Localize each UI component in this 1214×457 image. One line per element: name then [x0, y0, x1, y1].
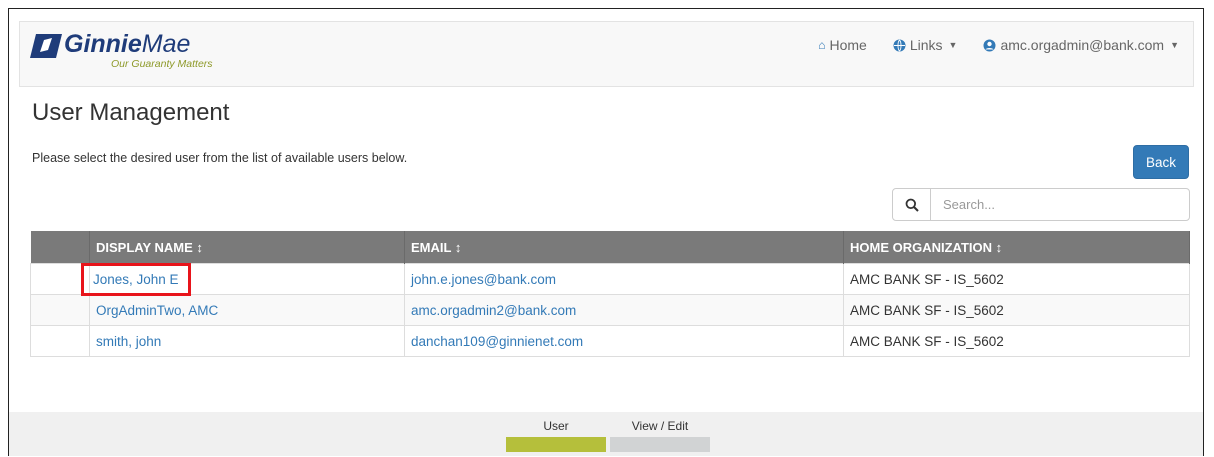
display-name-cell[interactable]: smith, john — [89, 325, 405, 357]
nav-user-dropdown[interactable]: amc.orgadmin@bank.com ▼ — [983, 37, 1179, 53]
logo-brand-light: Mae — [141, 30, 191, 58]
nav-home-label: Home — [829, 37, 867, 53]
progress-step-view-edit: View / Edit — [610, 419, 710, 452]
chevron-down-icon: ▼ — [948, 40, 958, 50]
progress-step-label: View / Edit — [631, 419, 689, 433]
table-header-row: DISPLAY NAME ↕ EMAIL ↕ HOME ORGANIZATION… — [30, 231, 1190, 264]
home-organization-cell: AMC BANK SF - IS_5602 — [843, 294, 1190, 326]
row-select-cell[interactable] — [30, 325, 90, 357]
row-select-cell[interactable] — [30, 294, 90, 326]
logo-brand-bold: Ginnie — [64, 30, 142, 58]
home-icon: ⌂ — [818, 38, 826, 52]
header-email[interactable]: EMAIL ↕ — [404, 231, 844, 264]
back-button[interactable]: Back — [1133, 145, 1189, 179]
user-email-link[interactable]: danchan109@ginnienet.com — [411, 334, 583, 349]
logo-tagline: Our Guaranty Matters — [111, 58, 213, 70]
ginnie-mae-logo[interactable]: GinnieMae Our Guaranty Matters — [30, 28, 240, 70]
nav-links-dropdown[interactable]: Links ▼ — [893, 37, 958, 53]
home-organization-cell: AMC BANK SF - IS_5602 — [843, 263, 1190, 295]
table-row[interactable]: Jones, John E john.e.jones@bank.com AMC … — [30, 262, 1190, 296]
search-input[interactable] — [931, 189, 1189, 220]
logo-wordmark: GinnieMae — [64, 30, 190, 59]
email-cell[interactable]: amc.orgadmin2@bank.com — [404, 294, 844, 326]
user-email-link[interactable]: amc.orgadmin2@bank.com — [411, 303, 576, 318]
progress-step-user: User — [506, 419, 606, 452]
search-box — [892, 188, 1190, 221]
top-navbar: GinnieMae Our Guaranty Matters ⌂ Home Li… — [19, 21, 1194, 87]
header-display-name[interactable]: DISPLAY NAME ↕ — [89, 231, 405, 264]
chevron-down-icon: ▼ — [1170, 40, 1179, 50]
nav-menu: ⌂ Home Links ▼ amc.orgadmin@bank.com ▼ — [818, 22, 1193, 68]
table-row[interactable]: OrgAdminTwo, AMC amc.orgadmin2@bank.com … — [30, 294, 1190, 326]
header-select-column — [30, 231, 90, 264]
progress-step-bar-inactive — [610, 437, 710, 452]
users-table: DISPLAY NAME ↕ EMAIL ↕ HOME ORGANIZATION… — [30, 231, 1190, 357]
nav-links-label: Links — [909, 37, 943, 53]
user-name-link[interactable]: Jones, John E — [81, 262, 191, 296]
user-circle-icon — [983, 39, 996, 51]
display-name-cell[interactable]: Jones, John E — [81, 262, 405, 296]
email-cell[interactable]: john.e.jones@bank.com — [404, 263, 844, 295]
user-name-link[interactable]: smith, john — [96, 334, 161, 349]
progress-footer: User View / Edit — [9, 412, 1203, 456]
globe-icon — [893, 39, 906, 51]
user-email-link[interactable]: john.e.jones@bank.com — [411, 272, 556, 287]
table-row[interactable]: smith, john danchan109@ginnienet.com AMC… — [30, 325, 1190, 357]
row-select-cell[interactable] — [30, 263, 90, 295]
logo-mark-icon — [30, 34, 62, 58]
page-title: User Management — [32, 99, 230, 126]
nav-home-link[interactable]: ⌂ Home — [818, 37, 867, 53]
progress-step-bar-active — [506, 437, 606, 452]
email-cell[interactable]: danchan109@ginnienet.com — [404, 325, 844, 357]
instructions-text: Please select the desired user from the … — [32, 151, 408, 165]
nav-user-label: amc.orgadmin@bank.com — [1000, 37, 1165, 53]
progress-step-label: User — [543, 419, 569, 433]
app-frame: GinnieMae Our Guaranty Matters ⌂ Home Li… — [8, 8, 1204, 456]
home-organization-cell: AMC BANK SF - IS_5602 — [843, 325, 1190, 357]
search-icon[interactable] — [893, 189, 931, 220]
user-name-link[interactable]: OrgAdminTwo, AMC — [96, 303, 218, 318]
header-home-organization[interactable]: HOME ORGANIZATION ↕ — [843, 231, 1190, 264]
magnifier-icon — [905, 198, 919, 212]
display-name-cell[interactable]: OrgAdminTwo, AMC — [89, 294, 405, 326]
